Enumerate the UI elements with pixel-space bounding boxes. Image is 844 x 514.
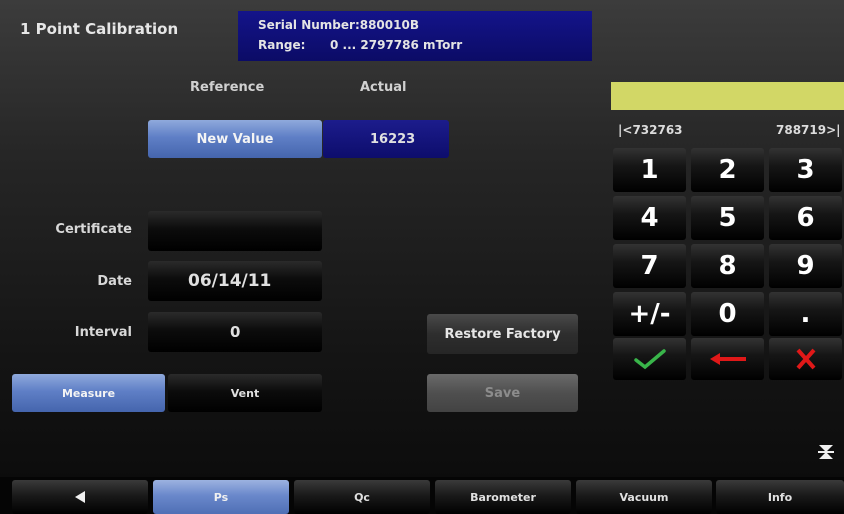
page-title: 1 Point Calibration [20, 20, 179, 38]
key-9[interactable]: 9 [769, 244, 842, 288]
tab-vacuum[interactable]: Vacuum [576, 480, 712, 514]
interval-field[interactable]: 0 [148, 312, 322, 352]
calibration-screen: 1 Point Calibration Serial Number:880010… [0, 0, 844, 514]
key-4[interactable]: 4 [613, 196, 686, 240]
serial-info-panel: Serial Number:880010B Range: 0 ... 27977… [238, 11, 592, 61]
keypad-display[interactable] [611, 82, 844, 110]
tab-info[interactable]: Info [716, 480, 844, 514]
enter-button[interactable] [613, 338, 686, 380]
tab-barometer[interactable]: Barometer [435, 480, 571, 514]
range-max-label: 788719>| [776, 123, 841, 137]
key-7[interactable]: 7 [613, 244, 686, 288]
key-1[interactable]: 1 [613, 148, 686, 192]
key-6[interactable]: 6 [769, 196, 842, 240]
restore-factory-button[interactable]: Restore Factory [427, 314, 578, 354]
key-8[interactable]: 8 [691, 244, 764, 288]
certificate-field[interactable] [148, 211, 322, 251]
key-5[interactable]: 5 [691, 196, 764, 240]
checkmark-icon [633, 349, 666, 370]
hourglass-icon [818, 445, 834, 459]
actual-heading: Actual [360, 80, 407, 95]
range-label: Range: [258, 38, 306, 52]
tab-ps[interactable]: Ps [153, 480, 289, 514]
interval-label: Interval [74, 325, 132, 340]
triangle-left-icon [75, 491, 85, 503]
certificate-label: Certificate [55, 222, 132, 237]
key-decimal[interactable]: . [769, 292, 842, 336]
key-2[interactable]: 2 [691, 148, 764, 192]
new-value-button[interactable]: New Value [148, 120, 322, 158]
cancel-button[interactable] [769, 338, 842, 380]
save-button[interactable]: Save [427, 374, 578, 412]
serial-number: Serial Number:880010B [258, 18, 419, 32]
actual-value-text: 16223 [370, 131, 416, 147]
collapse-toggle[interactable] [817, 443, 835, 461]
tab-qc[interactable]: Qc [294, 480, 430, 514]
actual-value-field[interactable]: 16223 [323, 120, 449, 158]
vent-button[interactable]: Vent [168, 374, 322, 412]
arrow-left-icon [709, 353, 746, 365]
measure-button[interactable]: Measure [12, 374, 165, 412]
key-plus-minus[interactable]: +/- [613, 292, 686, 336]
backspace-button[interactable] [691, 338, 764, 380]
back-button[interactable] [12, 480, 148, 514]
range-min-label: |<732763 [618, 123, 683, 137]
date-field[interactable]: 06/14/11 [148, 261, 322, 301]
x-icon [796, 348, 815, 370]
reference-heading: Reference [190, 80, 265, 95]
key-0[interactable]: 0 [691, 292, 764, 336]
date-label: Date [97, 274, 132, 289]
range-value: 0 ... 2797786 mTorr [330, 38, 463, 52]
key-3[interactable]: 3 [769, 148, 842, 192]
